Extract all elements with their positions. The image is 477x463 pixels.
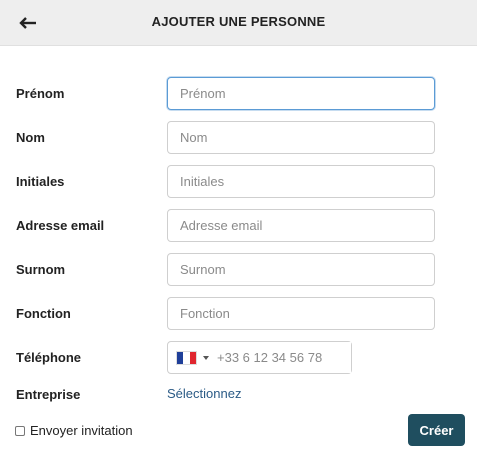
nickname-input[interactable]	[167, 253, 435, 286]
create-button[interactable]: Créer	[408, 414, 465, 446]
email-label: Adresse email	[16, 218, 105, 233]
last-name-input[interactable]	[167, 121, 435, 154]
last-name-label: Nom	[16, 130, 45, 145]
page-title: AJOUTER UNE PERSONNE	[151, 14, 326, 29]
invite-label: Envoyer invitation	[30, 423, 133, 438]
phone-field	[167, 341, 352, 374]
phone-label: Téléphone	[16, 350, 82, 365]
first-name-input[interactable]	[167, 77, 435, 110]
country-select[interactable]	[168, 342, 209, 373]
france-flag-icon	[176, 350, 197, 365]
first-name-label: Prénom	[16, 86, 65, 101]
job-input[interactable]	[167, 297, 435, 330]
initials-label: Initiales	[16, 174, 65, 189]
invite-checkbox[interactable]	[15, 425, 25, 436]
phone-input[interactable]	[217, 342, 351, 373]
nickname-label: Surnom	[16, 262, 66, 277]
job-label: Fonction	[16, 306, 71, 321]
header-bar: AJOUTER UNE PERSONNE	[0, 0, 477, 46]
caret-down-icon	[203, 355, 209, 360]
initials-input[interactable]	[167, 165, 435, 198]
company-select-link[interactable]: Sélectionnez	[167, 386, 241, 401]
company-label: Entreprise	[16, 387, 81, 402]
invite-checkbox-row[interactable]: Envoyer invitation	[15, 423, 133, 438]
email-input[interactable]	[167, 209, 435, 242]
